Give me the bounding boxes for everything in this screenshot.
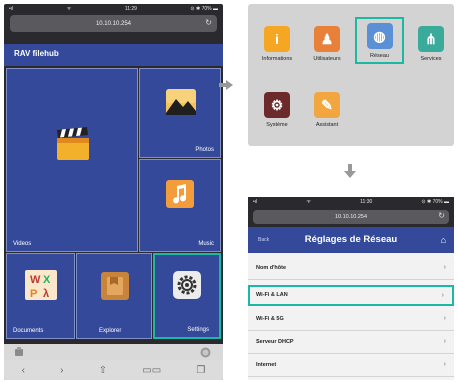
- app-systeme[interactable]: ⚙ Système: [254, 92, 300, 128]
- status-bar: •ıl ᯤ 11:30 ⊙ ✱ 70% ▬: [248, 197, 454, 207]
- row-label: Wi-Fi & LAN: [256, 292, 288, 298]
- tile-documents-label: Documents: [13, 328, 44, 334]
- phone-filehub-home: •ıl ᯤ 11:29 ⊙ ✱ 70% ▬ 10.10.10.254 ↻ RAV…: [4, 4, 223, 380]
- documents-icon: W X P λ: [25, 270, 57, 300]
- tile-music-label: Music: [198, 241, 214, 247]
- tile-music[interactable]: Music: [139, 159, 221, 252]
- reload-icon[interactable]: ↻: [205, 18, 212, 27]
- row-label: Wi-Fi & 5G: [256, 316, 284, 322]
- status-time: 11:29: [124, 6, 137, 12]
- gear-icon: [173, 271, 201, 299]
- row-label: Nom d'hôte: [256, 265, 287, 271]
- tile-explorer-label: Explorer: [99, 328, 122, 334]
- app-services-label: Services: [420, 56, 442, 62]
- battery-indicator: ⊙ ✱ 70% ▬: [190, 6, 218, 12]
- status-time: 11:30: [360, 199, 373, 205]
- status-bar: •ıl ᯤ 11:29 ⊙ ✱ 70% ▬: [4, 4, 223, 14]
- row-serveur-dhcp[interactable]: Serveur DHCP ›: [248, 333, 454, 354]
- wifi-icon: ᯤ: [66, 6, 72, 12]
- svg-text:W: W: [30, 274, 41, 286]
- tile-videos-label: Videos: [13, 241, 32, 247]
- forward-icon[interactable]: ›: [60, 365, 63, 376]
- signal-indicator: •ıl: [253, 199, 258, 205]
- url-text: 10.10.10.254: [95, 20, 132, 27]
- reload-icon[interactable]: ↻: [438, 211, 445, 220]
- explorer-icon: [101, 272, 129, 300]
- tile-settings-label: Settings: [187, 327, 209, 333]
- signal-indicator: •ıl: [9, 6, 14, 12]
- tile-documents[interactable]: W X P λ Documents: [6, 253, 75, 339]
- info-icon: i: [264, 26, 290, 52]
- app-title: RAV filehub: [4, 44, 223, 66]
- app-services[interactable]: ⋔ Services: [408, 26, 454, 62]
- row-label: Serveur DHCP: [256, 339, 294, 345]
- app-informations[interactable]: i Informations: [254, 26, 300, 62]
- chevron-right-icon: ›: [443, 361, 446, 368]
- tile-explorer[interactable]: Explorer: [76, 253, 152, 339]
- arrow-right-head-icon: [226, 80, 233, 90]
- url-bar[interactable]: 10.10.10.254 ↻: [248, 207, 454, 227]
- clapperboard-icon: [57, 127, 89, 160]
- url-text: 10.10.10.254: [334, 214, 368, 220]
- svg-text:λ: λ: [43, 288, 49, 300]
- tabs-icon[interactable]: ❐: [196, 365, 205, 376]
- music-note-icon: [166, 180, 194, 208]
- battery-indicator: ⊙ ✱ 70% ▬: [421, 199, 449, 205]
- chevron-right-icon: ›: [441, 292, 444, 299]
- row-internet[interactable]: Internet ›: [248, 356, 454, 377]
- app-utilisateurs-label: Utilisateurs: [313, 56, 341, 62]
- url-bar[interactable]: 10.10.10.254 ↻: [10, 15, 217, 32]
- app-reseau-label: Réseau: [370, 53, 389, 59]
- system-gear-icon: ⚙: [264, 92, 290, 118]
- row-label: Internet: [256, 362, 277, 368]
- assistant-icon: ✎: [314, 92, 340, 118]
- chevron-right-icon: ›: [443, 338, 446, 345]
- bookmarks-icon[interactable]: ▭▭: [142, 365, 161, 376]
- row-nom-hote[interactable]: Nom d'hôte ›: [248, 259, 454, 280]
- row-wifi-5g[interactable]: Wi-Fi & 5G ›: [248, 310, 454, 331]
- row-wifi-lan[interactable]: Wi-Fi & LAN ›: [248, 285, 454, 306]
- services-icon: ⋔: [418, 26, 444, 52]
- app-assistant-label: Assistant: [315, 122, 339, 128]
- device-icon[interactable]: [14, 347, 24, 357]
- app-informations-label: Informations: [261, 56, 293, 62]
- wifi-icon: ᯤ: [306, 199, 311, 205]
- tile-settings[interactable]: Settings: [153, 253, 221, 339]
- nav-bar: Back Réglages de Réseau ⌂: [248, 227, 454, 253]
- app-utilisateurs[interactable]: ♟ Utilisateurs: [304, 26, 350, 62]
- home-icon[interactable]: ⌂: [441, 235, 446, 245]
- tile-photos[interactable]: Photos: [139, 68, 221, 158]
- photo-icon: [166, 89, 196, 115]
- back-icon[interactable]: ‹: [22, 365, 25, 376]
- users-icon: ♟: [314, 26, 340, 52]
- url-field[interactable]: 10.10.10.254 ↻: [253, 210, 449, 224]
- settings-menu-panel: i Informations ♟ Utilisateurs ◍ Réseau ⋔…: [248, 4, 454, 146]
- browser-toolbar: ‹ › ⇧ ▭▭ ❐: [4, 360, 223, 380]
- app-systeme-label: Système: [266, 122, 288, 128]
- svg-text:X: X: [43, 274, 51, 286]
- svg-text:P: P: [30, 288, 37, 300]
- tile-videos[interactable]: Videos: [6, 68, 138, 252]
- phone-network-settings: •ıl ᯤ 11:30 ⊙ ✱ 70% ▬ 10.10.10.254 ↻ Bac…: [248, 197, 454, 380]
- globe-icon[interactable]: [200, 347, 211, 358]
- page-title: Réglages de Réseau: [304, 234, 398, 245]
- chevron-right-icon: ›: [443, 315, 446, 322]
- chevron-right-icon: ›: [443, 264, 446, 271]
- app-reseau[interactable]: ◍ Réseau: [355, 17, 404, 64]
- tile-photos-label: Photos: [195, 147, 214, 153]
- network-globe-icon: ◍: [366, 23, 393, 49]
- arrow-down-head-icon: [344, 171, 356, 178]
- app-assistant[interactable]: ✎ Assistant: [304, 92, 350, 128]
- share-icon[interactable]: ⇧: [99, 365, 107, 376]
- bottom-bar: [4, 344, 223, 360]
